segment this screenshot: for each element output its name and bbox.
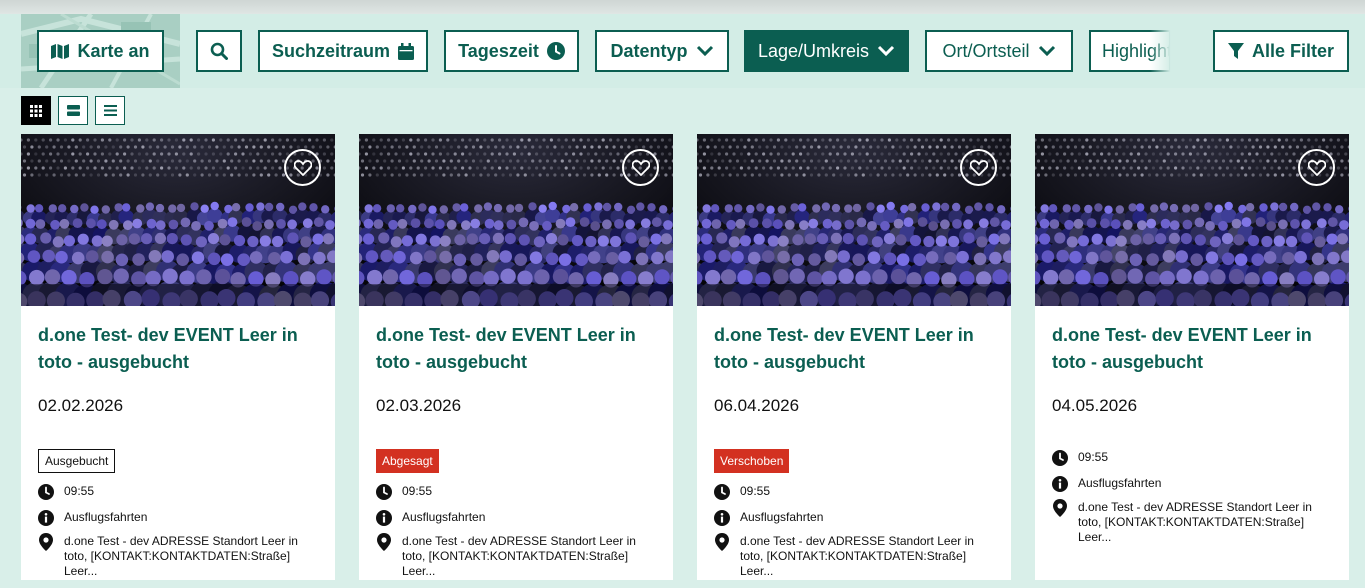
location-filter-label: Lage/Umkreis: [757, 40, 870, 61]
chevron-down-icon: [696, 45, 713, 57]
event-time-text: 09:55: [402, 484, 433, 498]
location-filter-button[interactable]: Lage/Umkreis: [744, 30, 909, 72]
clock-icon: [38, 484, 54, 500]
heart-icon: [293, 159, 312, 176]
chevron-down-icon: [877, 45, 895, 57]
status-badge: Ausgebucht: [38, 449, 116, 473]
event-time-text: 09:55: [1078, 450, 1109, 464]
tile-view-button[interactable]: [58, 96, 88, 125]
daytime-filter-label: Tageszeit: [458, 40, 539, 61]
view-mode-switcher: [21, 96, 125, 125]
event-time: 09:55: [376, 484, 432, 500]
heart-icon: [631, 159, 650, 176]
chevron-down-icon: [1038, 45, 1055, 57]
info-icon: [1052, 476, 1068, 492]
event-card[interactable]: d.one Test- dev EVENT Leer in toto - aus…: [1035, 134, 1349, 580]
event-title[interactable]: d.one Test- dev EVENT Leer in toto - aus…: [714, 322, 1004, 376]
filter-funnel-icon: [1227, 42, 1244, 59]
heart-icon: [969, 159, 988, 176]
favorite-button[interactable]: [622, 149, 659, 186]
location-pin-icon: [714, 533, 730, 551]
favorite-button[interactable]: [1298, 149, 1335, 186]
event-date: 06.04.2026: [714, 396, 800, 415]
event-title[interactable]: d.one Test- dev EVENT Leer in toto - aus…: [376, 322, 666, 376]
event-card[interactable]: d.one Test- dev EVENT Leer in toto - aus…: [697, 134, 1011, 580]
event-address-text: d.one Test - dev ADRESSE Standort Leer i…: [740, 534, 974, 578]
event-category: Ausflugsfahrten: [1052, 476, 1161, 492]
district-filter-label: Ort/Ortsteil: [942, 40, 1030, 61]
clock-icon: [714, 484, 730, 500]
all-filters-button[interactable]: Alle Filter: [1213, 30, 1349, 72]
map-toggle-button[interactable]: Karte an: [37, 30, 164, 72]
event-title[interactable]: d.one Test- dev EVENT Leer in toto - aus…: [1052, 322, 1342, 376]
period-filter-button[interactable]: Suchzeitraum: [258, 30, 428, 72]
grid-view-icon: [30, 104, 42, 117]
event-date: 02.03.2026: [376, 396, 462, 415]
event-category-text: Ausflugsfahrten: [402, 510, 486, 524]
event-address: d.one Test - dev ADRESSE Standort Leer i…: [714, 533, 980, 579]
heart-icon: [1307, 159, 1326, 176]
location-pin-icon: [38, 533, 54, 551]
event-time: 09:55: [714, 484, 770, 500]
event-address: d.one Test - dev ADRESSE Standort Leer i…: [38, 533, 304, 579]
event-address-text: d.one Test - dev ADRESSE Standort Leer i…: [64, 534, 298, 578]
event-category: Ausflugsfahrten: [714, 510, 823, 526]
favorite-button[interactable]: [284, 149, 321, 186]
district-filter-button[interactable]: Ort/Ortsteil: [925, 30, 1073, 72]
event-category-text: Ausflugsfahrten: [1078, 476, 1162, 490]
clock-icon: [1052, 450, 1068, 466]
datatype-filter-label: Datentyp: [610, 40, 688, 61]
search-icon: [210, 42, 228, 60]
event-category: Ausflugsfahrten: [376, 510, 485, 526]
list-view-icon: [103, 105, 117, 116]
info-icon: [714, 510, 730, 526]
map-icon: [51, 44, 70, 59]
period-filter-label: Suchzeitraum: [271, 40, 391, 61]
location-pin-icon: [376, 533, 392, 551]
grid-view-button[interactable]: [21, 96, 51, 125]
browser-top-strip: [0, 0, 1365, 14]
event-address-text: d.one Test - dev ADRESSE Standort Leer i…: [1078, 500, 1312, 544]
event-category: Ausflugsfahrten: [38, 510, 147, 526]
event-address: d.one Test - dev ADRESSE Standort Leer i…: [376, 533, 642, 579]
list-view-button[interactable]: [95, 96, 125, 125]
tile-view-icon: [66, 105, 80, 116]
daytime-filter-button[interactable]: Tageszeit: [444, 30, 579, 72]
event-address: d.one Test - dev ADRESSE Standort Leer i…: [1052, 499, 1318, 545]
event-title[interactable]: d.one Test- dev EVENT Leer in toto - aus…: [38, 322, 328, 376]
event-date: 02.02.2026: [38, 396, 124, 415]
all-filters-label: Alle Filter: [1251, 40, 1335, 61]
clock-icon: [546, 42, 565, 60]
event-time: 09:55: [1052, 450, 1108, 466]
info-icon: [376, 510, 392, 526]
toolbar-scroll-fade: [1150, 30, 1174, 72]
info-icon: [38, 510, 54, 526]
datatype-filter-button[interactable]: Datentyp: [595, 30, 729, 72]
event-address-text: d.one Test - dev ADRESSE Standort Leer i…: [402, 534, 636, 578]
event-time: 09:55: [38, 484, 94, 500]
clock-icon: [376, 484, 392, 500]
search-button[interactable]: [196, 30, 242, 72]
event-time-text: 09:55: [740, 484, 771, 498]
location-pin-icon: [1052, 499, 1068, 517]
favorite-button[interactable]: [960, 149, 997, 186]
map-toggle-label: Karte an: [77, 40, 150, 61]
status-badge: Verschoben: [714, 449, 790, 473]
event-date: 04.05.2026: [1052, 396, 1138, 415]
event-card[interactable]: d.one Test- dev EVENT Leer in toto - aus…: [21, 134, 335, 580]
event-category-text: Ausflugsfahrten: [740, 510, 824, 524]
status-badge: Abgesagt: [376, 449, 439, 473]
calendar-icon: [398, 42, 415, 60]
event-time-text: 09:55: [64, 484, 95, 498]
event-category-text: Ausflugsfahrten: [64, 510, 148, 524]
event-card[interactable]: d.one Test- dev EVENT Leer in toto - aus…: [359, 134, 673, 580]
